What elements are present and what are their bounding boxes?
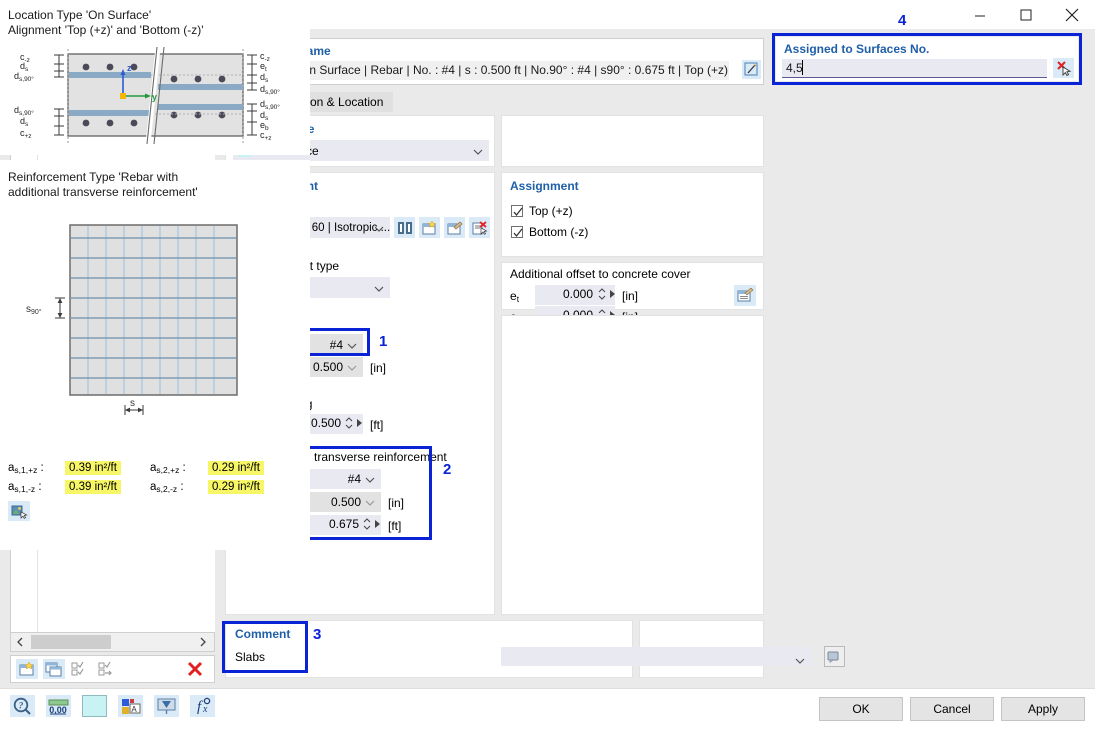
- dialog-window: New Surface Reinforcement List 1 On Surf…: [0, 0, 1095, 730]
- maximize-icon[interactable]: [1003, 0, 1049, 29]
- result-label-0: as,1,+z :: [8, 462, 44, 475]
- result-value-0: 0.39 in²/ft: [65, 461, 121, 475]
- cancel-button[interactable]: Cancel: [910, 697, 994, 721]
- offset-title: Additional offset to concrete cover: [510, 267, 691, 281]
- info-line-1: Location Type 'On Surface': [8, 8, 152, 22]
- material-new-icon[interactable]: [419, 217, 440, 238]
- invert-selection-icon[interactable]: [97, 659, 119, 679]
- display-properties-icon[interactable]: A: [118, 695, 143, 717]
- cross-section-diagram: z y c-z ds ds,90° ds,90° ds c+z c-z et d…: [14, 46, 280, 145]
- select-in-graphic-icon[interactable]: [1053, 58, 1074, 78]
- name-panel: Name On Surface | Rebar | No. : #4 | s :…: [289, 38, 764, 85]
- s-spinner[interactable]: [345, 416, 353, 430]
- svg-text:x: x: [202, 704, 208, 715]
- view-settings-icon[interactable]: [154, 695, 179, 717]
- chevron-down-icon: [374, 221, 384, 235]
- info-line-3: Reinforcement Type 'Rebar with: [8, 170, 179, 184]
- ds-unit: [in]: [370, 361, 387, 375]
- name-input[interactable]: On Surface | Rebar | No. : #4 | s : 0.50…: [296, 61, 729, 80]
- ok-button[interactable]: OK: [819, 697, 903, 721]
- info-card-mesh: Reinforcement Type 'Rebar with additiona…: [0, 160, 310, 550]
- material-delete-icon[interactable]: [469, 217, 490, 238]
- svg-text:c+z: c+z: [20, 128, 32, 140]
- et-more-icon[interactable]: [609, 289, 617, 299]
- chevron-down-icon: [374, 281, 384, 295]
- svg-text:s90°: s90°: [26, 304, 42, 316]
- concrete-cover-settings-icon[interactable]: [734, 285, 756, 306]
- blank-panel-top: [501, 115, 764, 167]
- svg-text:s: s: [130, 398, 135, 409]
- help-icon[interactable]: ?: [10, 695, 35, 717]
- svg-text:ds,90°: ds,90°: [260, 84, 280, 96]
- svg-text:?: ?: [19, 700, 24, 710]
- result-label-1: as,1,-z :: [8, 481, 42, 494]
- minimize-icon[interactable]: [957, 0, 1003, 29]
- annotation-2: 2: [443, 461, 452, 478]
- export-icon[interactable]: [8, 501, 30, 521]
- s-unit: [ft]: [370, 418, 384, 432]
- scrollbar-thumb[interactable]: [31, 635, 111, 649]
- svg-text:z: z: [127, 63, 132, 73]
- assignment-bottom-checkbox[interactable]: [511, 226, 523, 238]
- formula-editor-icon[interactable]: fx: [190, 695, 215, 717]
- et-spinner[interactable]: [598, 287, 606, 301]
- ds-value: 0.500: [312, 360, 343, 374]
- list-horizontal-scrollbar[interactable]: [10, 632, 215, 652]
- svg-text:A: A: [131, 705, 137, 714]
- svg-text:y: y: [152, 92, 157, 102]
- annotation-3: 3: [313, 626, 322, 643]
- assignment-top-label: Top (+z): [529, 204, 573, 218]
- units-icon[interactable]: 0,00: [46, 695, 71, 717]
- info-line-4: additional transverse reinforcement': [8, 185, 198, 199]
- bottom-toolbar: ? 0,00 A fx: [10, 695, 226, 717]
- comment-combo[interactable]: [501, 647, 811, 666]
- chevron-down-icon: [473, 144, 483, 158]
- scroll-left-icon[interactable]: [11, 633, 29, 651]
- svg-text:ds: ds: [20, 116, 29, 128]
- window-controls: [957, 0, 1095, 29]
- material-library-icon[interactable]: [394, 217, 415, 238]
- name-edit-icon[interactable]: [742, 60, 761, 79]
- list-toolbar: [10, 655, 215, 683]
- assignment-bottom-label: Bottom (-z): [529, 225, 589, 239]
- offset-panel: Additional offset to concrete cover et 0…: [501, 262, 764, 326]
- assigned-label: Assigned to Surfaces No.: [784, 42, 930, 56]
- copy-item-icon[interactable]: [43, 659, 65, 679]
- annotation-4: 4: [898, 12, 907, 29]
- info-card-cross-section: Location Type 'On Surface' Alignment 'To…: [0, 0, 310, 155]
- material-edit-icon[interactable]: [444, 217, 465, 238]
- comment-options-icon[interactable]: [824, 646, 845, 667]
- color-icon[interactable]: [82, 695, 107, 717]
- new-item-icon[interactable]: [16, 659, 38, 679]
- annotation-1: 1: [379, 333, 388, 350]
- svg-text:ds: ds: [260, 72, 269, 84]
- mesh-diagram: s90° s: [26, 224, 238, 415]
- material-buttons: [394, 217, 490, 238]
- delete-item-icon[interactable]: [184, 659, 206, 679]
- result-value-3: 0.29 in²/ft: [208, 480, 264, 494]
- result-label-2: as,2,+z :: [150, 462, 186, 475]
- text-caret: [802, 60, 803, 75]
- apply-button[interactable]: Apply: [1001, 697, 1085, 721]
- chevron-down-icon: [347, 360, 357, 374]
- s-more-icon[interactable]: [356, 418, 364, 428]
- result-value-2: 0.29 in²/ft: [208, 461, 264, 475]
- blank-panel-middle: [501, 315, 764, 615]
- comment-highlight-box: [222, 621, 308, 673]
- select-all-icon[interactable]: [70, 659, 92, 679]
- assignment-panel: Assignment Top (+z) Bottom (-z): [501, 172, 764, 257]
- info-panel: Location Type 'On Surface' Alignment 'To…: [0, 0, 310, 563]
- close-icon[interactable]: [1049, 0, 1095, 29]
- assigned-surfaces-input[interactable]: 4,5: [782, 59, 1047, 78]
- chevron-down-icon: [795, 653, 805, 667]
- assignment-top-checkbox[interactable]: [511, 205, 523, 217]
- et-unit: [in]: [622, 289, 639, 303]
- info-line-2: Alignment 'Top (+z)' and 'Bottom (-z)': [8, 23, 204, 37]
- result-label-3: as,2,-z :: [150, 481, 184, 494]
- assigned-panel: Assigned to Surfaces No. 4,5: [776, 37, 1078, 81]
- assignment-title: Assignment: [510, 179, 579, 193]
- scroll-right-icon[interactable]: [194, 633, 212, 651]
- et-label: et: [510, 289, 520, 304]
- result-value-1: 0.39 in²/ft: [65, 480, 121, 494]
